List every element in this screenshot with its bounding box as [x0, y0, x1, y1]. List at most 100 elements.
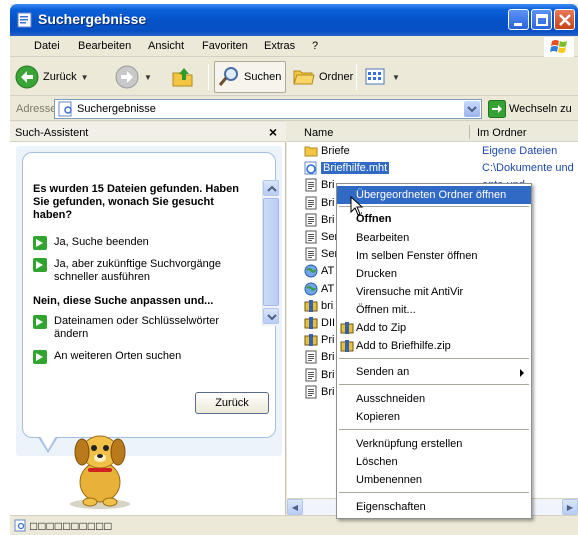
up-folder-button[interactable]: [170, 61, 196, 93]
zip-icon: [304, 333, 318, 347]
ctx-label: Verknüpfung erstellen: [356, 438, 463, 450]
assistant-scrollbar[interactable]: [262, 180, 279, 326]
ctx-separator: [339, 492, 529, 493]
maximize-button[interactable]: [531, 9, 552, 30]
scroll-left-button[interactable]: ◀: [287, 499, 303, 515]
address-value: Suchergebnisse: [77, 103, 156, 115]
column-divider[interactable]: [469, 125, 470, 139]
document-icon: [304, 350, 318, 364]
file-name: Bri: [321, 179, 335, 192]
ctx-virus-scan[interactable]: Virensuche mit AntiVir: [337, 283, 531, 301]
ctx-label: Eigenschaften: [356, 501, 426, 513]
ctx-open-with[interactable]: Öffnen mit...: [337, 301, 531, 319]
ctx-copy[interactable]: Kopieren: [337, 408, 531, 426]
ctx-edit[interactable]: Bearbeiten: [337, 229, 531, 247]
ctx-separator: [339, 206, 529, 207]
ctx-add-to-named-zip[interactable]: Add to Briefhilfe.zip: [337, 337, 531, 355]
green-arrow-icon: [33, 350, 47, 364]
search-button[interactable]: Suchen: [214, 61, 287, 93]
menu-bearbeiten[interactable]: Bearbeiten: [78, 40, 131, 52]
assistant-content: Es wurden 15 Dateien gefunden. Haben Sie…: [33, 183, 253, 222]
scroll-thumb[interactable]: [263, 198, 279, 306]
ctx-label: Senden an: [356, 366, 410, 378]
minimize-button[interactable]: [508, 9, 529, 30]
ctx-label: Virensuche mit AntiVir: [356, 286, 464, 298]
search-assistant-title: Such-Assistent: [15, 127, 89, 139]
views-dropdown-icon[interactable]: ▼: [392, 73, 400, 82]
file-folder: Eigene Dateien: [482, 145, 558, 157]
ctx-add-to-zip[interactable]: Add to Zip: [337, 319, 531, 337]
views-button[interactable]: ▼: [364, 61, 400, 93]
file-name: Bri: [321, 351, 335, 364]
ctx-create-shortcut[interactable]: Verknüpfung erstellen: [337, 435, 531, 453]
scroll-down-button[interactable]: [263, 308, 279, 324]
menu-help[interactable]: ?: [312, 40, 318, 52]
forward-nav-button[interactable]: ▼: [114, 61, 152, 93]
title-bar[interactable]: Suchergebnisse: [10, 4, 578, 36]
close-button[interactable]: [554, 9, 575, 30]
option-label: Dateinamen oder Schlüsselwörter ändern: [54, 315, 220, 340]
menu-datei[interactable]: Datei: [34, 40, 60, 52]
option-label: An weiteren Orten suchen: [54, 350, 182, 362]
ctx-open-same-window[interactable]: Im selben Fenster öffnen: [337, 247, 531, 265]
submenu-arrow-icon: [520, 369, 524, 377]
option-label: Ja, Suche beenden: [54, 236, 149, 248]
file-name: Briefe: [321, 145, 350, 157]
back-nav-button[interactable]: Zurück ▼: [14, 61, 89, 93]
menu-extras[interactable]: Extras: [264, 40, 295, 52]
search-results-icon: [17, 12, 32, 28]
ctx-open[interactable]: Öffnen: [337, 210, 531, 228]
search-results-icon: [58, 101, 72, 117]
go-button[interactable]: Wechseln zu: [488, 100, 572, 118]
folders-icon: [293, 70, 315, 85]
ctx-delete[interactable]: Löschen: [337, 453, 531, 471]
option-change-names[interactable]: Dateinamen oder Schlüsselwörter ändern: [33, 315, 258, 341]
up-folder-icon: [172, 68, 193, 87]
ctx-send-to[interactable]: Senden an: [337, 363, 531, 381]
minimize-icon: [514, 23, 522, 26]
document-icon: [304, 196, 318, 210]
option-faster-search[interactable]: Ja, aber zukünftige Suchvorgänge schnell…: [33, 258, 258, 284]
ctx-print[interactable]: Drucken: [337, 265, 531, 283]
folders-button[interactable]: Ordner: [292, 61, 353, 93]
address-dropdown-button[interactable]: [464, 101, 480, 117]
bubble-tail-inner: [40, 436, 56, 450]
address-input[interactable]: Suchergebnisse: [54, 99, 482, 119]
file-row[interactable]: Briefhilfe.mht C:\Dokumente und: [287, 160, 578, 177]
ctx-open-parent-folder[interactable]: Übergeordneten Ordner öffnen: [337, 186, 531, 204]
search-icon: [218, 67, 238, 86]
menu-favoriten[interactable]: Favoriten: [202, 40, 248, 52]
column-name-header[interactable]: Name: [304, 127, 333, 139]
forward-arrow-icon: [115, 65, 139, 89]
ctx-separator: [339, 384, 529, 385]
address-bar: Adresse Suchergebnisse Wechseln zu: [10, 97, 578, 121]
ctx-label: Bearbeiten: [356, 232, 410, 244]
winzip-icon: [340, 340, 354, 352]
toolbar: Zurück ▼ ▼ Suchen Ordner ▼: [10, 58, 578, 96]
back-dropdown-icon[interactable]: ▼: [81, 73, 89, 82]
file-row[interactable]: Briefe Eigene Dateien: [287, 143, 578, 160]
assistant-back-button[interactable]: Zurück: [195, 392, 269, 414]
status-text: □□□□□□□□□□: [30, 519, 113, 533]
column-folder-header[interactable]: Im Ordner: [477, 127, 527, 139]
back-label: Zurück: [43, 71, 77, 83]
globe-icon: [304, 264, 318, 278]
forward-dropdown-icon[interactable]: ▼: [144, 73, 152, 82]
scroll-right-button[interactable]: ▶: [562, 499, 578, 515]
ctx-properties[interactable]: Eigenschaften: [337, 498, 531, 516]
ctx-cut[interactable]: Ausschneiden: [337, 390, 531, 408]
menu-ansicht[interactable]: Ansicht: [148, 40, 184, 52]
toolbar-separator: [356, 64, 357, 90]
ie-document-icon: [304, 161, 318, 175]
ctx-label: Add to Briefhilfe.zip: [356, 340, 451, 352]
option-other-places[interactable]: An weiteren Orten suchen: [33, 350, 258, 364]
ctx-rename[interactable]: Umbenennen: [337, 471, 531, 489]
close-pane-icon[interactable]: ×: [269, 124, 277, 140]
scroll-up-button[interactable]: [263, 180, 279, 196]
ctx-label: Löschen: [356, 456, 398, 468]
document-icon: [304, 230, 318, 244]
option-finish-search[interactable]: Ja, Suche beenden: [33, 236, 258, 250]
close-icon: [559, 14, 571, 26]
file-name: Bri: [321, 368, 335, 381]
file-name: Pri: [321, 334, 335, 347]
